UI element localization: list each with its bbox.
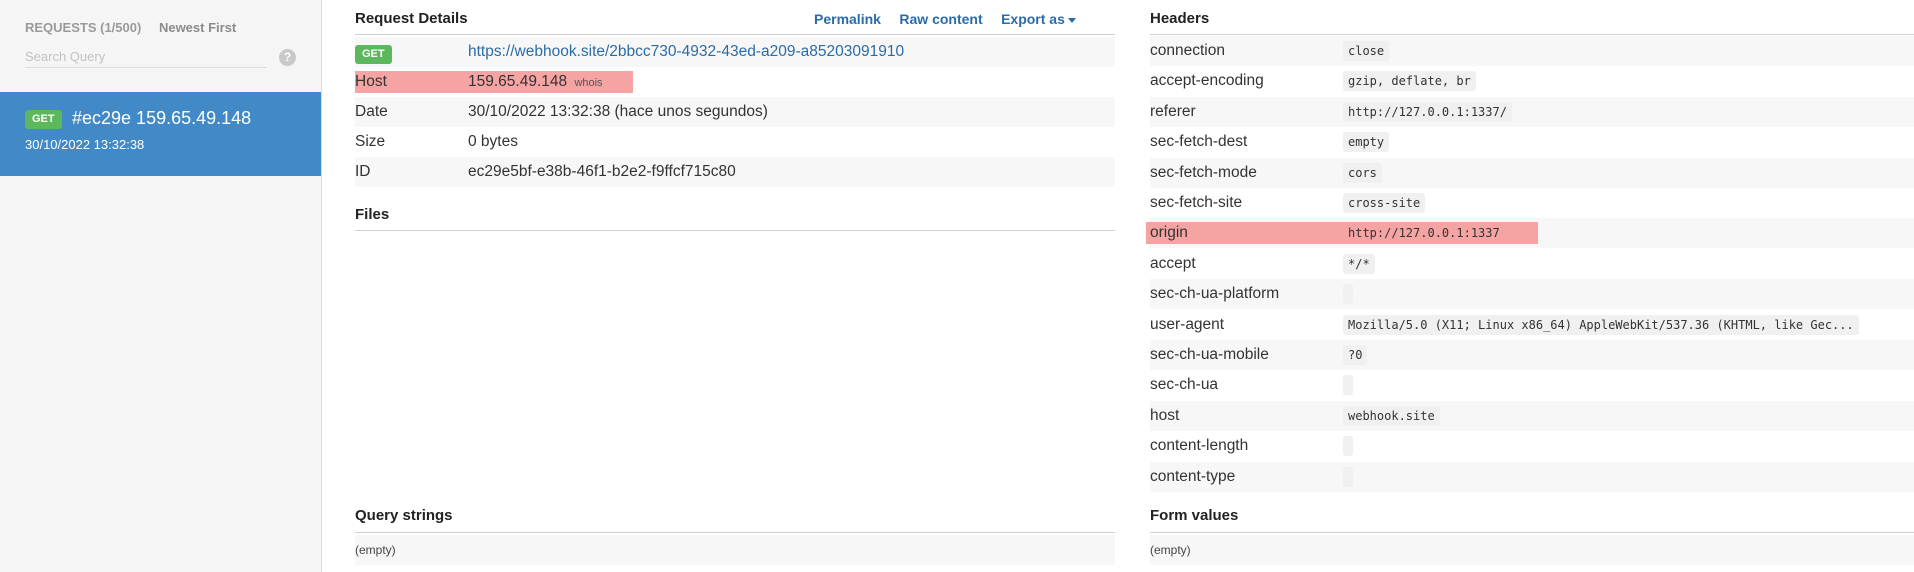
header-value: http://127.0.0.1:1337 <box>1348 226 1500 241</box>
query-strings-title: Query strings <box>355 507 453 524</box>
export-as-label: Export as <box>1001 11 1065 27</box>
request-date: 30/10/2022 13:32:38 <box>25 137 145 152</box>
headers-title: Headers <box>1150 10 1210 27</box>
details-actions: Permalink Raw content Export as <box>800 11 1076 29</box>
header-row: sec-fetch-mode cors <box>1150 157 1914 188</box>
header-key: sec-ch-ua-mobile <box>1150 346 1269 363</box>
header-row: sec-fetch-dest empty <box>1150 127 1914 157</box>
request-title: #ec29e 159.65.49.148 <box>72 108 252 128</box>
requests-header: REQUESTS (1/500) Newest First <box>25 20 236 35</box>
details-key: Host <box>355 73 387 90</box>
header-key: content-length <box>1150 437 1249 455</box>
divider <box>355 532 1115 533</box>
header-value: http://127.0.0.1:1337/ <box>1343 101 1512 122</box>
header-key: sec-ch-ua <box>1150 376 1219 394</box>
divider <box>355 230 1115 231</box>
header-value: empty <box>1343 132 1390 153</box>
header-row: content-type <box>1150 461 1914 492</box>
sidebar: REQUESTS (1/500) Newest First ? GET #ec2… <box>0 0 322 572</box>
details-value: ec29e5bf-e38b-46f1-b2e2-f9ffcf715c80 <box>468 163 736 180</box>
header-value: cross-site <box>1343 192 1426 213</box>
header-value: ?0 <box>1343 344 1368 365</box>
header-value: Mozilla/5.0 (X11; Linux x86_64) AppleWeb… <box>1343 314 1859 335</box>
header-value: webhook.site <box>1343 405 1440 426</box>
header-value <box>1343 436 1353 457</box>
header-row: origin http://127.0.0.1:1337 <box>1146 218 1914 249</box>
details-row-size: Size 0 bytes <box>355 127 1115 157</box>
details-value: 30/10/2022 13:32:38 (hace unos segundos) <box>468 103 768 120</box>
details-value: 0 bytes <box>468 133 518 150</box>
header-key: sec-ch-ua-platform <box>1150 285 1280 303</box>
files-title: Files <box>355 206 390 223</box>
query-strings-row: (empty) <box>355 535 1115 565</box>
header-value: */* <box>1343 253 1375 274</box>
divider <box>1150 34 1914 35</box>
divider <box>1150 532 1914 533</box>
header-key: accept-encoding <box>1150 72 1264 90</box>
method-badge: GET <box>355 45 392 64</box>
requests-count-label: REQUESTS (1/500) <box>25 20 142 35</box>
header-value <box>1343 466 1353 487</box>
header-key: sec-fetch-dest <box>1150 133 1248 151</box>
details-row-date: Date 30/10/2022 13:32:38 (hace unos segu… <box>355 97 1115 127</box>
sort-order-toggle[interactable]: Newest First <box>159 20 236 35</box>
header-value <box>1343 284 1353 305</box>
details-row-host: Host 159.65.49.148 whois <box>355 67 1115 97</box>
details-row-url: GET https://webhook.site/2bbcc730-4932-4… <box>355 37 1115 67</box>
details-key: Size <box>355 133 386 150</box>
header-key: user-agent <box>1150 315 1225 333</box>
request-details-title: Request Details <box>355 10 468 27</box>
header-key: accept <box>1150 254 1196 272</box>
header-row: referer http://127.0.0.1:1337/ <box>1150 96 1914 127</box>
header-row: accept-encoding gzip, deflate, br <box>1150 66 1914 96</box>
details-key: ID <box>355 163 371 180</box>
request-list-item[interactable]: GET #ec29e 159.65.49.148 30/10/2022 13:3… <box>0 92 321 176</box>
form-values-empty: (empty) <box>1150 543 1191 557</box>
permalink-link[interactable]: Permalink <box>814 11 881 27</box>
request-url-link[interactable]: https://webhook.site/2bbcc730-4932-43ed-… <box>468 43 904 60</box>
header-key: origin <box>1150 224 1188 242</box>
form-values-row: (empty) <box>1150 535 1914 565</box>
help-icon[interactable]: ? <box>279 49 296 66</box>
query-strings-empty: (empty) <box>355 543 396 557</box>
header-row: user-agent Mozilla/5.0 (X11; Linux x86_64… <box>1150 310 1914 340</box>
header-row: sec-ch-ua-platform <box>1150 279 1914 310</box>
header-row: sec-fetch-site cross-site <box>1150 188 1914 218</box>
header-key: content-type <box>1150 467 1236 485</box>
header-row: content-length <box>1150 431 1914 461</box>
header-value: cors <box>1343 162 1382 183</box>
details-key: Date <box>355 103 388 120</box>
header-row: host webhook.site <box>1150 400 1914 431</box>
caret-down-icon <box>1067 17 1076 23</box>
form-values-title: Form values <box>1150 507 1239 524</box>
header-value <box>1343 375 1353 396</box>
header-value: gzip, deflate, br <box>1343 71 1476 92</box>
header-key: host <box>1150 406 1180 424</box>
divider <box>355 34 1115 35</box>
whois-link[interactable]: whois <box>574 77 602 89</box>
header-key: connection <box>1150 42 1225 59</box>
header-row: accept */* <box>1150 249 1914 279</box>
header-row: sec-ch-ua <box>1150 370 1914 400</box>
search-input[interactable] <box>25 46 267 68</box>
details-value: 159.65.49.148 <box>468 73 568 90</box>
header-key: referer <box>1150 102 1196 120</box>
details-row-id: ID ec29e5bf-e38b-46f1-b2e2-f9ffcf715c80 <box>355 157 1115 187</box>
header-row: sec-ch-ua-mobile ?0 <box>1150 340 1914 370</box>
raw-content-link[interactable]: Raw content <box>899 11 982 27</box>
export-as-dropdown[interactable]: Export as <box>1001 11 1076 27</box>
header-value: close <box>1343 40 1390 61</box>
method-badge: GET <box>25 110 62 129</box>
header-key: sec-fetch-mode <box>1150 163 1257 181</box>
header-key: sec-fetch-site <box>1150 194 1243 211</box>
header-row: connection close <box>1150 36 1914 66</box>
